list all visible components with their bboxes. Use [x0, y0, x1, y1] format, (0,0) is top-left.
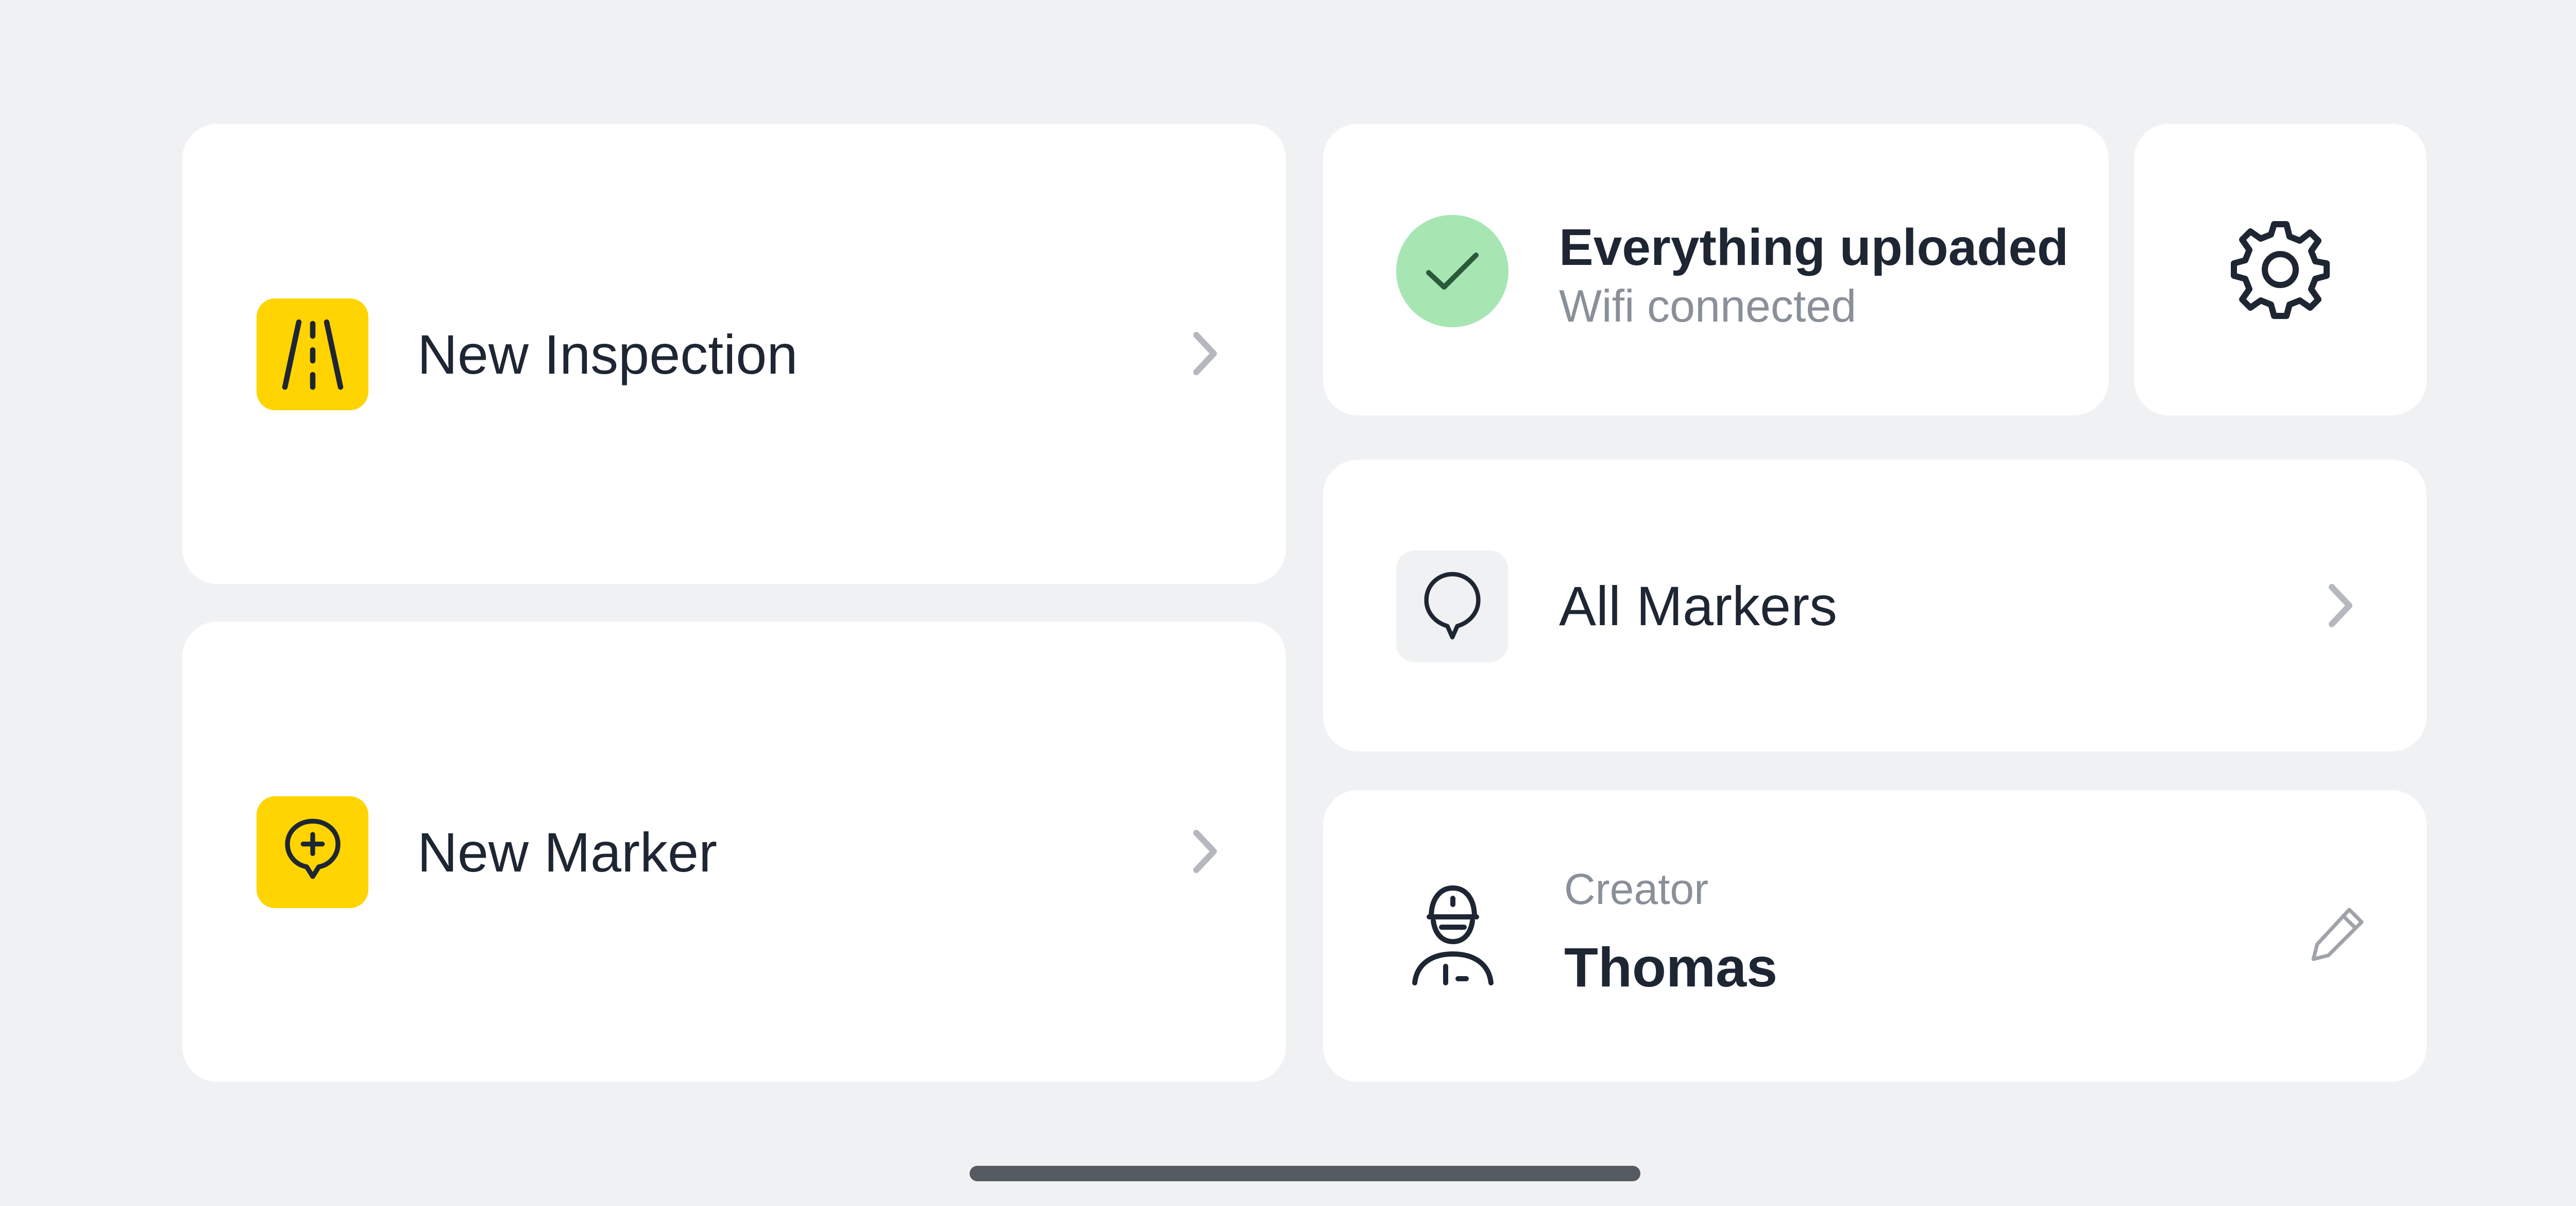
road-icon [257, 298, 368, 410]
chevron-right-icon [1193, 830, 1217, 873]
upload-status-title: Everything uploaded [1559, 219, 2069, 276]
marker-icon [1396, 550, 1508, 662]
status-indicator [1396, 215, 1509, 327]
creator-name: Thomas [1564, 936, 1778, 998]
new-marker-card[interactable]: New Marker [182, 622, 1286, 1082]
chevron-right-icon [1193, 332, 1217, 375]
new-marker-label: New Marker [417, 821, 718, 883]
all-markers-label: All Markers [1559, 575, 1838, 637]
all-markers-card[interactable]: All Markers [1323, 460, 2427, 751]
pencil-icon[interactable] [2306, 903, 2368, 965]
chevron-right-icon [2329, 584, 2352, 627]
gear-icon [2231, 221, 2330, 319]
checkmark-icon [1426, 253, 1479, 290]
home-indicator[interactable] [970, 1166, 1640, 1181]
connection-status: Wifi connected [1559, 280, 1857, 331]
worker-avatar-icon [1412, 885, 1494, 985]
settings-button[interactable] [2134, 124, 2427, 415]
new-inspection-label: New Inspection [417, 323, 798, 386]
upload-status-card[interactable]: Everything uploaded Wifi connected [1323, 124, 2109, 415]
new-inspection-card[interactable]: New Inspection [182, 124, 1286, 584]
marker-plus-icon [257, 796, 368, 908]
creator-card[interactable]: Creator Thomas [1323, 790, 2427, 1082]
creator-role-label: Creator [1564, 865, 1709, 913]
